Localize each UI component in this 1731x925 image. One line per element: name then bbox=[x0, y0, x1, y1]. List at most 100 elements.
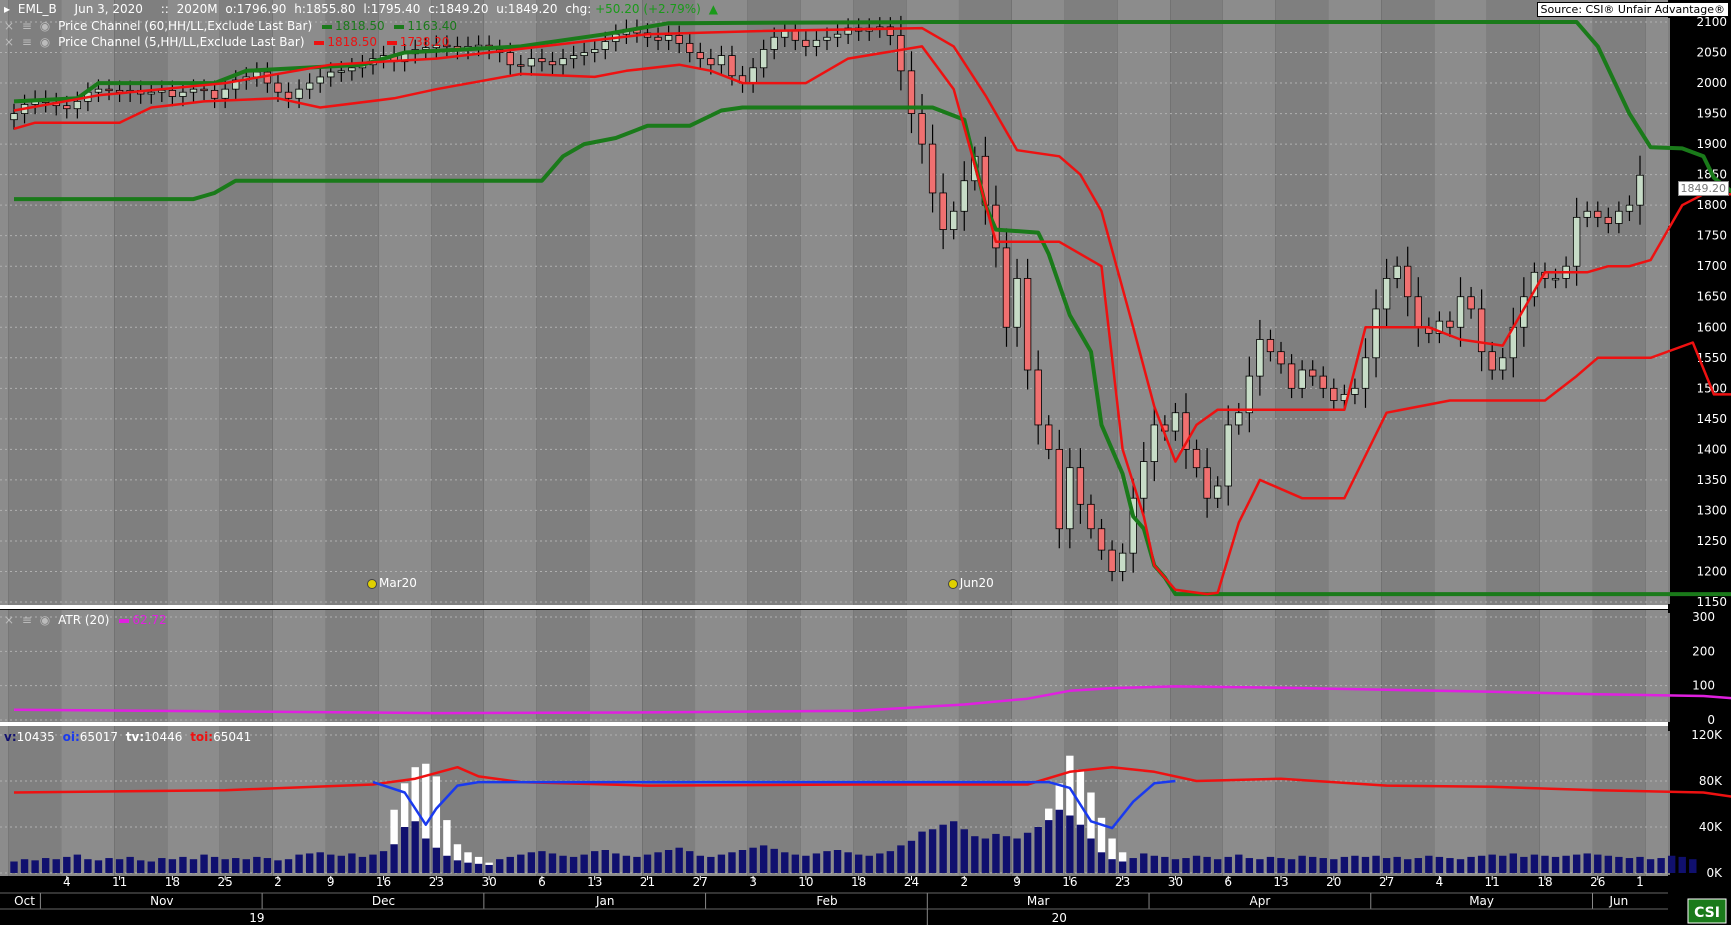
volume-bar bbox=[696, 855, 704, 873]
pc60-swatch bbox=[321, 24, 332, 29]
volume-bar bbox=[358, 856, 367, 873]
menu-lines-icon[interactable]: ≡ bbox=[22, 35, 32, 49]
candle bbox=[1382, 278, 1391, 310]
close-value: c:1849.20 bbox=[428, 2, 489, 16]
x-axis-day-tick: 23 bbox=[1115, 875, 1130, 889]
volume-bar bbox=[1087, 838, 1095, 873]
candle bbox=[327, 71, 335, 78]
volume-bar bbox=[274, 860, 282, 873]
candle bbox=[1066, 467, 1074, 530]
x-axis-month-label: Jun bbox=[1609, 894, 1629, 908]
toi-value: 65041 bbox=[213, 730, 252, 744]
eye-icon[interactable]: ◉ bbox=[40, 35, 50, 49]
background-band bbox=[747, 610, 801, 722]
chart-canvas: 1150120012501300135014001450150015501600… bbox=[0, 0, 1731, 925]
candle bbox=[1456, 296, 1465, 328]
volume-bar bbox=[316, 852, 324, 873]
close-icon[interactable]: × bbox=[4, 35, 14, 49]
price-axis-tick: 1350 bbox=[1696, 473, 1727, 487]
volume-bar bbox=[1657, 858, 1665, 873]
candle bbox=[601, 41, 609, 50]
background-band bbox=[325, 0, 379, 606]
candle bbox=[506, 52, 514, 66]
candle bbox=[1076, 467, 1085, 505]
volume-bar bbox=[73, 854, 82, 873]
volume-bar bbox=[158, 858, 166, 873]
legend-pc5[interactable]: × ≡ ◉ Price Channel (5,HH/LL,Exclude Las… bbox=[4, 35, 453, 49]
change-label: chg: bbox=[565, 2, 592, 16]
candle bbox=[1108, 549, 1116, 572]
background-band bbox=[1328, 610, 1382, 722]
x-axis-month-label: Jan bbox=[595, 894, 615, 908]
x-axis-day-tick: 18 bbox=[165, 875, 180, 889]
menu-lines-icon[interactable]: ≡ bbox=[22, 19, 32, 33]
candle bbox=[897, 35, 905, 72]
logo-text: CSI bbox=[1694, 905, 1720, 921]
candle bbox=[1034, 369, 1042, 426]
contract-roll-marker[interactable]: Jun20 bbox=[947, 576, 994, 590]
toi-label: toi: bbox=[190, 730, 214, 744]
volume-bar bbox=[907, 840, 916, 873]
price-axis-tick: 1650 bbox=[1696, 290, 1727, 304]
x-axis-day-tick: 13 bbox=[1273, 875, 1288, 889]
candle bbox=[1171, 412, 1180, 432]
candle bbox=[812, 39, 821, 47]
price-axis-tick: 1700 bbox=[1696, 259, 1727, 273]
background-band bbox=[747, 0, 801, 606]
close-icon[interactable]: × bbox=[4, 613, 14, 627]
candle bbox=[538, 58, 546, 63]
background-band bbox=[853, 610, 907, 722]
candle bbox=[749, 67, 757, 84]
volume-bar bbox=[897, 845, 905, 873]
background-band bbox=[167, 726, 220, 876]
legend-volume: v:10435 oi:65017 tv:10446 toi:65041 bbox=[4, 730, 255, 744]
candle bbox=[517, 64, 525, 67]
volume-bar bbox=[664, 850, 673, 873]
x-axis-day-tick: 11 bbox=[1485, 875, 1500, 889]
volume-bar bbox=[1572, 854, 1581, 873]
candle bbox=[833, 33, 842, 38]
menu-arrow-icon[interactable]: ▸ bbox=[4, 2, 10, 16]
volume-bar bbox=[422, 838, 430, 873]
volume-bar bbox=[749, 847, 757, 873]
background-band bbox=[800, 610, 854, 722]
marker-dot-icon bbox=[947, 578, 958, 589]
quote-date: Jun 3, 2020 bbox=[74, 2, 143, 16]
x-axis-day-tick: 23 bbox=[429, 875, 444, 889]
volume-bar bbox=[1551, 856, 1560, 873]
candle bbox=[1594, 210, 1602, 218]
background-band bbox=[536, 0, 590, 606]
close-icon[interactable]: × bbox=[4, 19, 14, 33]
x-axis-day-tick: 4 bbox=[1436, 875, 1444, 889]
background-band bbox=[1170, 610, 1223, 722]
volume-bar bbox=[1330, 859, 1338, 873]
volume-bar bbox=[41, 858, 50, 873]
eye-icon[interactable]: ◉ bbox=[40, 19, 50, 33]
volume-bar bbox=[253, 856, 261, 873]
x-axis-day-tick: 16 bbox=[1062, 875, 1077, 889]
volume-bar bbox=[1530, 854, 1539, 873]
volume-bar bbox=[1108, 859, 1116, 873]
oi-value: 65017 bbox=[79, 730, 118, 744]
unchanged-value: u:1849.20 bbox=[496, 2, 558, 16]
background-band bbox=[219, 610, 273, 722]
volume-bar bbox=[686, 851, 694, 873]
contract-roll-marker[interactable]: Mar20 bbox=[366, 576, 417, 590]
volume-bar bbox=[654, 852, 662, 873]
background-band bbox=[853, 0, 907, 606]
legend-pc60[interactable]: × ≡ ◉ Price Channel (60,HH/LL,Exclude La… bbox=[4, 19, 461, 33]
legend-atr[interactable]: × ≡ ◉ ATR (20) 62.72 bbox=[4, 613, 171, 627]
volume-bar bbox=[495, 859, 504, 873]
volume-bar bbox=[918, 831, 926, 873]
candle bbox=[1372, 308, 1380, 359]
volume-bar bbox=[31, 860, 39, 873]
candle bbox=[802, 39, 810, 47]
menu-lines-icon[interactable]: ≡ bbox=[22, 613, 32, 627]
volume-bar bbox=[1013, 838, 1021, 873]
candle bbox=[337, 70, 345, 73]
eye-icon[interactable]: ◉ bbox=[40, 613, 50, 627]
volume-bar bbox=[1235, 854, 1243, 873]
volume-bar bbox=[1171, 859, 1180, 873]
volume-bar bbox=[474, 863, 483, 873]
candle bbox=[1055, 448, 1063, 530]
